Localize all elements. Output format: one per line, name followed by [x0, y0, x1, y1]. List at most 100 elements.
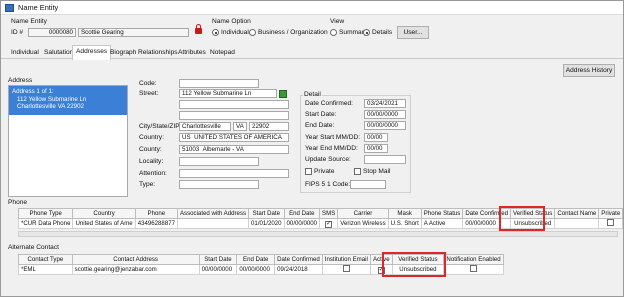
phone-table: Phone Type Country Phone Associated with…: [17, 208, 624, 229]
phone-cell-verified[interactable]: Unsubscribed: [510, 218, 556, 229]
alt-cell-notification[interactable]: [443, 264, 504, 275]
code-field[interactable]: [179, 79, 259, 88]
alt-cell-type[interactable]: *EML: [18, 264, 73, 275]
tab-attributes[interactable]: Attributes: [175, 47, 209, 59]
phone-col-country[interactable]: Country: [72, 208, 136, 219]
phone-col-type[interactable]: Phone Type: [17, 208, 74, 219]
phone-col-status[interactable]: Phone Status: [420, 208, 464, 219]
alt-cell-verified[interactable]: Unsubscribed: [391, 264, 445, 275]
phone-cell-status[interactable]: A Active: [420, 218, 464, 229]
address-list-item[interactable]: Address 1 of 1: 112 Yellow Submarine Ln …: [9, 86, 127, 115]
phone-scrollbar[interactable]: [18, 231, 618, 237]
alt-col-institution[interactable]: Institution Email: [321, 254, 371, 265]
table-row[interactable]: *EML scottie.gearing@jenzabar.com 00/00/…: [18, 264, 504, 275]
radio-details[interactable]: [363, 29, 370, 36]
view-label: View: [330, 18, 345, 25]
phone-cell-private[interactable]: [598, 218, 624, 229]
phone-cell-contact[interactable]: [554, 218, 600, 229]
date-confirmed-label: Date Confirmed:: [305, 100, 354, 107]
phone-cell-start[interactable]: 01/01/2020: [248, 218, 285, 229]
tab-relationships[interactable]: Relationships: [135, 47, 181, 59]
city-field[interactable]: Charlottesville: [179, 122, 231, 131]
tab-individual[interactable]: Individual: [8, 47, 42, 59]
alt-col-date-confirmed[interactable]: Date Confirmed: [274, 254, 323, 265]
phone-col-mask[interactable]: Mask: [387, 208, 422, 219]
attention-field[interactable]: [179, 169, 289, 178]
name-option-label: Name Option: [212, 18, 251, 25]
radio-individual[interactable]: [212, 29, 219, 36]
phone-col-private[interactable]: Private: [598, 208, 624, 219]
alt-cell-institution[interactable]: [321, 264, 371, 275]
phone-private-checkbox[interactable]: [607, 219, 615, 226]
phone-col-date-confirmed[interactable]: Date Confirmed: [462, 208, 512, 219]
address-list-header: Address 1 of 1:: [12, 88, 54, 95]
alt-col-type[interactable]: Contact Type: [18, 254, 73, 265]
phone-col-carrier[interactable]: Carrier: [337, 208, 389, 219]
sms-checkbox[interactable]: ✓: [325, 220, 333, 228]
phone-col-phone[interactable]: Phone: [134, 208, 178, 219]
street-field-3[interactable]: [179, 111, 289, 120]
phone-col-sms[interactable]: SMS: [319, 208, 339, 219]
user-button[interactable]: User...: [397, 26, 429, 39]
alt-cell-date-confirmed[interactable]: 09/24/2018: [274, 264, 323, 275]
phone-col-start[interactable]: Start Date: [248, 208, 285, 219]
street-field-1[interactable]: 112 Yellow Submarine Ln: [179, 89, 277, 98]
table-row[interactable]: *CUR Data Phone United States of Ame 434…: [17, 218, 624, 229]
country-field[interactable]: US UNITED STATES OF AMERICA: [179, 133, 289, 142]
phone-col-contact[interactable]: Contact Name: [554, 208, 600, 219]
alt-col-end[interactable]: End Date: [236, 254, 276, 265]
year-end-field[interactable]: 00/00: [364, 144, 388, 153]
phone-cell-mask[interactable]: U.S. Short: [387, 218, 422, 229]
alt-col-address[interactable]: Contact Address: [71, 254, 200, 265]
street-field-2[interactable]: [179, 100, 289, 109]
address-history-button[interactable]: Address History: [563, 64, 615, 77]
phone-col-end[interactable]: End Date: [283, 208, 321, 219]
notification-checkbox[interactable]: [470, 265, 478, 272]
update-source-field[interactable]: [364, 155, 406, 164]
entity-name-field[interactable]: Scottie Gearing: [78, 28, 189, 37]
locality-field[interactable]: [179, 157, 259, 166]
radio-business-label: Business / Organization: [258, 29, 328, 36]
alt-col-notification[interactable]: Notification Enabled: [443, 254, 504, 265]
id-field[interactable]: 0000080: [28, 28, 76, 37]
phone-cell-country[interactable]: United States of Ame: [72, 218, 136, 229]
alternate-contact-label: Alternate Contact: [8, 244, 59, 251]
type-field[interactable]: [179, 180, 259, 189]
county-field[interactable]: 51003 Albemarle - VA: [179, 145, 289, 154]
alt-col-active[interactable]: Active: [369, 254, 393, 265]
alt-col-verified[interactable]: Verified Status: [391, 254, 445, 265]
phone-cell-sms[interactable]: ✓: [319, 218, 339, 229]
phone-cell-end[interactable]: 00/00/0000: [283, 218, 321, 229]
phone-cell-phone[interactable]: 43496288877: [134, 218, 178, 229]
phone-cell-type[interactable]: *CUR Data Phone: [17, 218, 74, 229]
year-start-field[interactable]: 00/00: [364, 133, 388, 142]
alt-col-start[interactable]: Start Date: [198, 254, 238, 265]
alt-cell-active[interactable]: ✓: [369, 264, 393, 275]
active-checkbox[interactable]: ✓: [377, 266, 385, 274]
stop-mail-checkbox[interactable]: [354, 168, 361, 175]
private-checkbox[interactable]: [305, 168, 312, 175]
fips-field[interactable]: [350, 180, 386, 189]
alt-cell-start[interactable]: 00/00/0000: [198, 264, 238, 275]
radio-business[interactable]: [249, 29, 256, 36]
date-confirmed-field[interactable]: 03/24/2021: [364, 99, 406, 108]
start-date-field[interactable]: 00/00/0000: [364, 110, 406, 119]
radio-summary[interactable]: [330, 29, 337, 36]
county-label: County:: [139, 146, 162, 153]
institution-email-checkbox[interactable]: [342, 265, 350, 272]
stop-mail-label: Stop Mail: [363, 168, 391, 175]
phone-cell-carrier[interactable]: Verizon Wireless: [337, 218, 389, 229]
tab-addresses[interactable]: Addresses: [72, 45, 112, 60]
phone-col-verified[interactable]: Verified Status: [510, 208, 556, 219]
phone-col-assoc[interactable]: Associated with Address: [176, 208, 250, 219]
phone-cell-assoc[interactable]: [176, 218, 250, 229]
zip-field[interactable]: 22902: [249, 122, 289, 131]
end-date-field[interactable]: 00/00/0000: [364, 121, 406, 130]
alt-cell-address[interactable]: scottie.gearing@jenzabar.com: [71, 264, 200, 275]
tab-notepad[interactable]: Notepad: [207, 47, 238, 59]
state-field[interactable]: VA: [233, 122, 247, 131]
year-start-label: Year Start MM/DD:: [305, 134, 361, 141]
address-lookup-icon[interactable]: [279, 90, 287, 98]
alt-cell-end[interactable]: 00/00/0000: [236, 264, 276, 275]
phone-cell-date-confirmed[interactable]: 00/00/0000: [462, 218, 512, 229]
